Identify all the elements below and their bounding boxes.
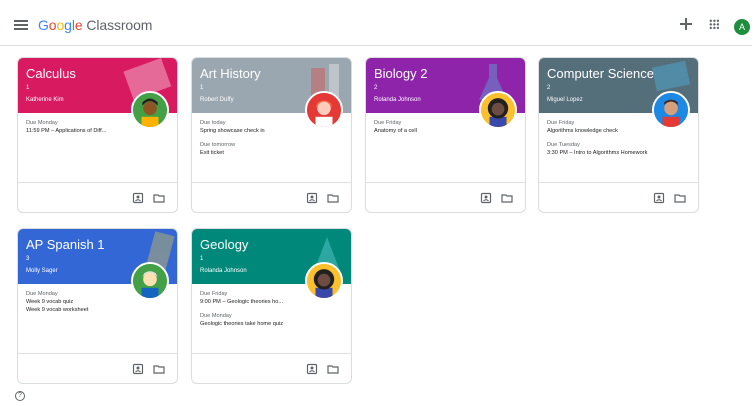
assignment-list: Due today Spring showcase check in Due t… xyxy=(200,119,308,157)
hamburger-menu-icon[interactable] xyxy=(14,20,28,30)
due-label: Due today xyxy=(200,120,226,126)
google-classroom-logo[interactable]: Google Classroom xyxy=(38,17,152,33)
assignment-list: Due Monday 11:59 PM – Applications of Di… xyxy=(26,119,134,135)
teacher-avatar xyxy=(131,262,169,300)
class-section: 2 xyxy=(374,85,378,91)
class-title[interactable]: Geology xyxy=(200,237,248,252)
class-card-computer-science[interactable]: Computer Science 2 Miguel Lopez Due Frid… xyxy=(538,57,699,213)
portfolio-icon[interactable] xyxy=(132,363,144,375)
due-label: Due Monday xyxy=(26,291,58,297)
class-section: 2 xyxy=(547,85,551,91)
assignment-link[interactable]: Algorithms knowledge check xyxy=(547,127,655,135)
apps-grid-icon[interactable] xyxy=(709,19,719,29)
class-section: 3 xyxy=(26,256,30,262)
teacher-avatar xyxy=(652,91,690,129)
due-label: Due Friday xyxy=(374,120,402,126)
assignment-link[interactable]: 9:00 PM – Geologic theories ho... xyxy=(200,298,308,306)
due-label: Due Tuesday xyxy=(547,142,580,148)
assignment-list: Due Friday Anatomy of a cell xyxy=(374,119,482,135)
assignment-link[interactable]: 3:30 PM – Intro to Algorithms Homework xyxy=(547,149,687,157)
teacher-avatar xyxy=(305,262,343,300)
class-card-biology-2[interactable]: Biology 2 2 Rolanda Johnson Due Friday A… xyxy=(365,57,526,213)
class-card-geology[interactable]: Geology 1 Rolanda Johnson Due Friday 9:0… xyxy=(191,228,352,384)
class-title[interactable]: Biology 2 xyxy=(374,66,427,81)
account-avatar[interactable]: A xyxy=(734,19,750,35)
due-label: Due Monday xyxy=(200,313,232,319)
class-teacher: Katherine Kim xyxy=(26,97,64,103)
folder-icon[interactable] xyxy=(674,192,686,204)
teacher-avatar xyxy=(131,91,169,129)
class-teacher: Robert Duffy xyxy=(200,97,234,103)
class-title[interactable]: Art History xyxy=(200,66,261,81)
folder-icon[interactable] xyxy=(153,192,165,204)
class-teacher: Rolanda Johnson xyxy=(200,268,247,274)
folder-icon[interactable] xyxy=(501,192,513,204)
portfolio-icon[interactable] xyxy=(306,192,318,204)
assignment-link[interactable]: 11:59 PM – Applications of Diff... xyxy=(26,127,134,135)
portfolio-icon[interactable] xyxy=(653,192,665,204)
folder-icon[interactable] xyxy=(327,363,339,375)
assignment-link[interactable]: Anatomy of a cell xyxy=(374,127,482,135)
card-footer xyxy=(18,182,177,212)
assignment-link[interactable]: Week 9 vocab worksheet xyxy=(26,306,134,314)
class-teacher: Miguel Lopez xyxy=(547,97,583,103)
google-wordmark: Google xyxy=(38,17,86,33)
assignment-list: Due Friday Algorithms knowledge check Du… xyxy=(547,119,655,157)
class-card-calculus[interactable]: Calculus 1 Katherine Kim Due Monday 11:5… xyxy=(17,57,178,213)
due-label: Due Monday xyxy=(26,120,58,126)
class-section: 1 xyxy=(200,256,204,262)
card-footer xyxy=(539,182,698,212)
help-icon[interactable]: ? xyxy=(15,391,25,401)
card-footer xyxy=(366,182,525,212)
class-teacher: Molly Sager xyxy=(26,268,58,274)
logo-letter: G xyxy=(38,17,49,33)
folder-icon[interactable] xyxy=(327,192,339,204)
class-teacher: Rolanda Johnson xyxy=(374,97,421,103)
class-section: 1 xyxy=(200,85,204,91)
class-section: 1 xyxy=(26,85,30,91)
due-label: Due Friday xyxy=(200,291,228,297)
card-footer xyxy=(192,182,351,212)
plus-icon[interactable] xyxy=(679,17,693,31)
class-title[interactable]: Computer Science xyxy=(547,66,654,81)
class-card-art-history[interactable]: Art History 1 Robert Duffy Due today Spr… xyxy=(191,57,352,213)
due-label: Due tomorrow xyxy=(200,142,236,148)
portfolio-icon[interactable] xyxy=(306,363,318,375)
class-card-ap-spanish-1[interactable]: AP Spanish 1 3 Molly Sager Due Monday We… xyxy=(17,228,178,384)
assignment-link[interactable]: Spring showcase check in xyxy=(200,127,308,135)
portfolio-icon[interactable] xyxy=(480,192,492,204)
card-footer xyxy=(18,353,177,383)
teacher-avatar xyxy=(305,91,343,129)
product-name: Classroom xyxy=(86,17,153,33)
teacher-avatar xyxy=(479,91,517,129)
class-title[interactable]: Calculus xyxy=(26,66,76,81)
logo-letter: e xyxy=(74,17,83,33)
due-label: Due Friday xyxy=(547,120,575,126)
top-app-bar: Google Classroom A xyxy=(0,0,752,46)
assignment-link[interactable]: Week 9 vocab quiz xyxy=(26,298,134,306)
assignment-list: Due Friday 9:00 PM – Geologic theories h… xyxy=(200,290,308,328)
assignment-link[interactable]: Exit ticket xyxy=(200,149,308,157)
card-footer xyxy=(192,353,351,383)
class-title[interactable]: AP Spanish 1 xyxy=(26,237,105,252)
portfolio-icon[interactable] xyxy=(132,192,144,204)
folder-icon[interactable] xyxy=(153,363,165,375)
logo-letter: g xyxy=(64,17,72,33)
assignment-list: Due Monday Week 9 vocab quiz Week 9 voca… xyxy=(26,290,134,314)
assignment-link[interactable]: Geologic theories take home quiz xyxy=(200,320,308,328)
